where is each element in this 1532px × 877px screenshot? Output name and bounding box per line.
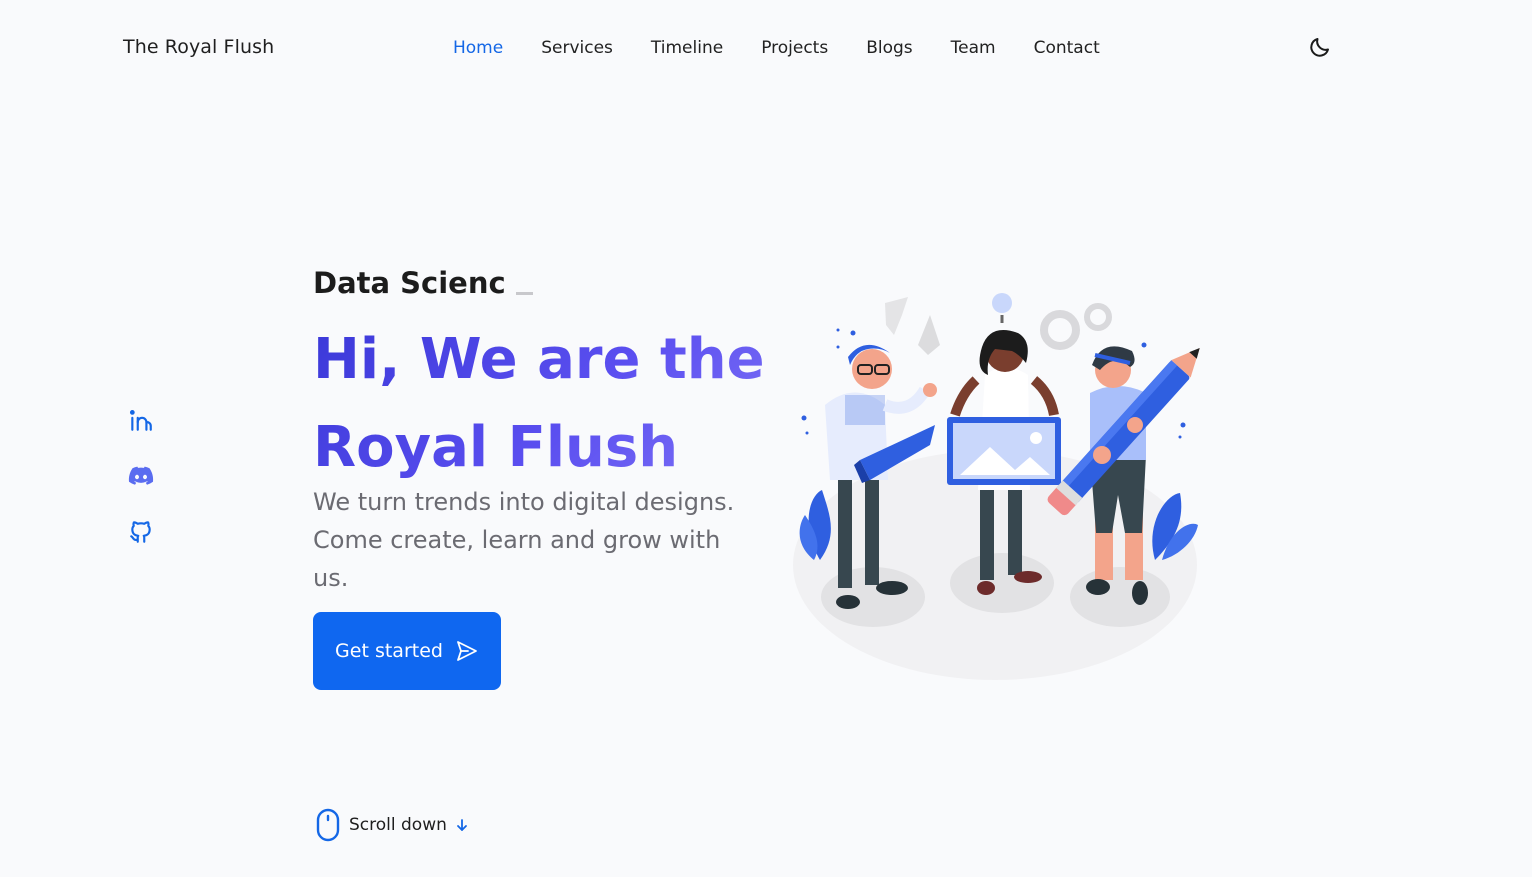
typing-text: Data Scienc <box>313 266 506 300</box>
scroll-down-link[interactable]: Scroll down <box>315 808 469 842</box>
brand-logo-text[interactable]: The Royal Flush <box>123 36 274 58</box>
nav-item-home[interactable]: Home <box>453 38 503 58</box>
headline-line-1: Hi, We are the <box>313 327 765 392</box>
main-nav: Home Services Timeline Projects Blogs Te… <box>453 38 1138 58</box>
social-links <box>127 405 155 547</box>
arrow-down-icon <box>456 819 467 831</box>
typing-subtitle: Data Scienc <box>313 266 533 300</box>
nav-item-team[interactable]: Team <box>951 38 996 58</box>
discord-link[interactable] <box>127 461 155 491</box>
mouse-icon <box>316 808 340 842</box>
hero-tagline: We turn trends into digital designs. Com… <box>313 488 735 592</box>
github-icon <box>130 521 151 543</box>
linkedin-icon <box>129 410 152 431</box>
scroll-down-label: Scroll down <box>349 815 447 835</box>
nav-item-timeline[interactable]: Timeline <box>651 38 723 58</box>
headline-line-2: Royal Flush <box>313 415 679 480</box>
discord-icon <box>128 466 154 485</box>
nav-item-services[interactable]: Services <box>541 38 613 58</box>
linkedin-link[interactable] <box>127 405 155 435</box>
nav-item-contact[interactable]: Contact <box>1034 38 1100 58</box>
theme-toggle-button[interactable] <box>1306 33 1334 61</box>
moon-icon <box>1310 38 1329 57</box>
nav-item-projects[interactable]: Projects <box>761 38 828 58</box>
hero-headline: Hi, We are the Royal Flush <box>313 316 793 492</box>
nav-item-blogs[interactable]: Blogs <box>866 38 912 58</box>
get-started-label: Get started <box>335 640 443 662</box>
get-started-button[interactable]: Get started <box>313 612 501 690</box>
send-icon <box>457 641 477 661</box>
typing-cursor <box>515 292 533 295</box>
github-link[interactable] <box>127 517 155 547</box>
hero-illustration <box>793 293 1200 680</box>
